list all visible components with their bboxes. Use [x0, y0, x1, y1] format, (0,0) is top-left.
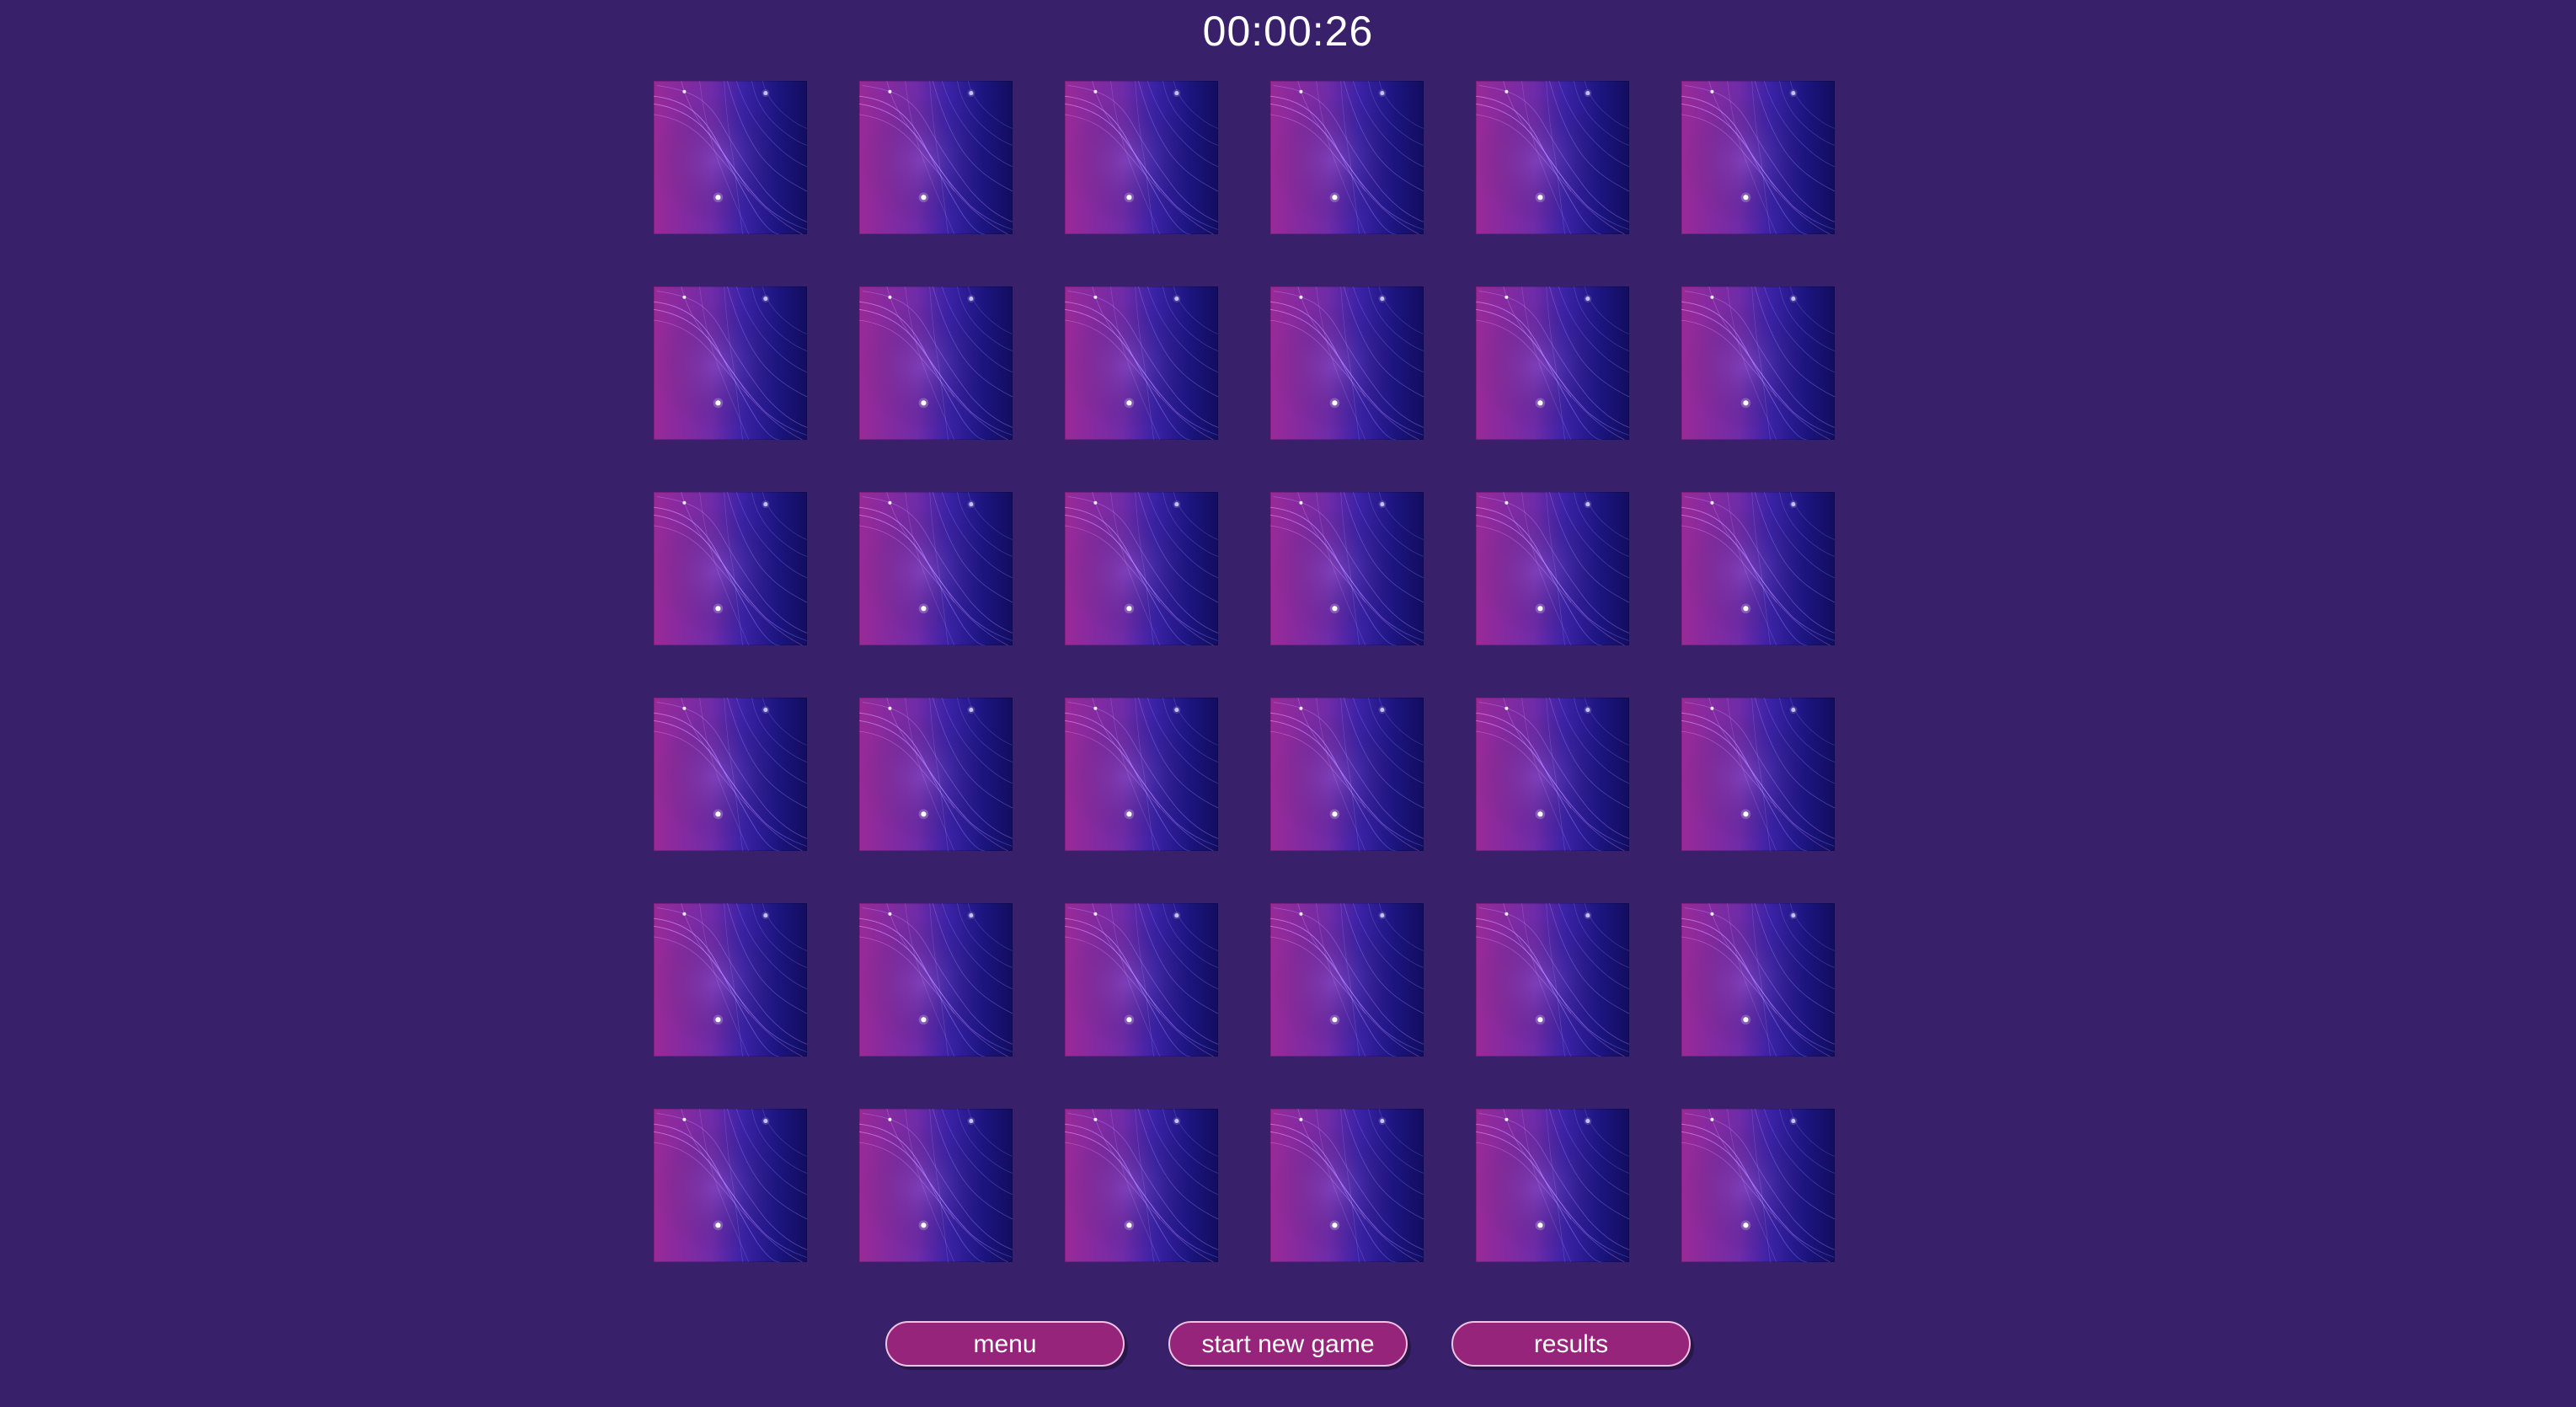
memory-card[interactable]: [1681, 286, 1835, 440]
memory-card[interactable]: [1476, 492, 1629, 645]
memory-card[interactable]: [1270, 492, 1424, 645]
memory-card[interactable]: [654, 698, 807, 851]
memory-card[interactable]: [1270, 286, 1424, 440]
memory-card[interactable]: [654, 492, 807, 645]
memory-card[interactable]: [1270, 81, 1424, 234]
memory-card[interactable]: [654, 1109, 807, 1262]
memory-card[interactable]: [1270, 903, 1424, 1057]
memory-card[interactable]: [1065, 81, 1218, 234]
memory-card[interactable]: [859, 492, 1013, 645]
memory-card[interactable]: [1065, 698, 1218, 851]
memory-card[interactable]: [1476, 698, 1629, 851]
memory-card[interactable]: [1065, 903, 1218, 1057]
memory-card[interactable]: [1476, 286, 1629, 440]
memory-card[interactable]: [654, 286, 807, 440]
memory-card[interactable]: [1681, 492, 1835, 645]
memory-card[interactable]: [654, 903, 807, 1057]
memory-card[interactable]: [1065, 492, 1218, 645]
memory-card[interactable]: [1681, 903, 1835, 1057]
game-board: [654, 81, 1836, 1262]
memory-card[interactable]: [859, 903, 1013, 1057]
memory-card[interactable]: [859, 286, 1013, 440]
game-timer: 00:00:26: [1202, 8, 1374, 55]
memory-card[interactable]: [859, 1109, 1013, 1262]
results-button[interactable]: results: [1451, 1321, 1691, 1367]
memory-card[interactable]: [1476, 903, 1629, 1057]
memory-card[interactable]: [859, 698, 1013, 851]
memory-card[interactable]: [1681, 698, 1835, 851]
memory-card[interactable]: [654, 81, 807, 234]
memory-card[interactable]: [1476, 1109, 1629, 1262]
memory-card[interactable]: [1270, 698, 1424, 851]
memory-card[interactable]: [1681, 81, 1835, 234]
start-new-game-button[interactable]: start new game: [1168, 1321, 1408, 1367]
memory-card[interactable]: [1476, 81, 1629, 234]
memory-card[interactable]: [1065, 286, 1218, 440]
memory-card[interactable]: [859, 81, 1013, 234]
game-controls: menu start new game results: [0, 1321, 2576, 1367]
memory-card[interactable]: [1681, 1109, 1835, 1262]
menu-button[interactable]: menu: [885, 1321, 1125, 1367]
memory-card[interactable]: [1065, 1109, 1218, 1262]
memory-card[interactable]: [1270, 1109, 1424, 1262]
